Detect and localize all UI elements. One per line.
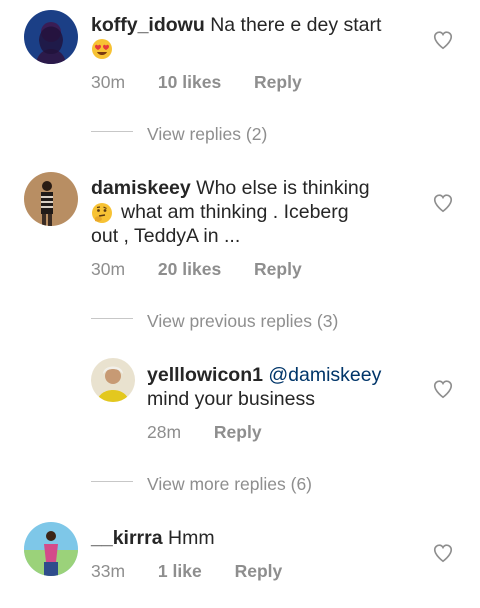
reply-text: yelllowicon1 @damiskeey mind your busine… bbox=[147, 363, 417, 411]
likes-count[interactable]: 10 likes bbox=[158, 72, 221, 92]
comment-body: Na there e dey start bbox=[210, 14, 382, 36]
view-more-replies-link[interactable]: View more replies (6) bbox=[147, 473, 312, 495]
comment-body-line-1: Who else is thinking bbox=[196, 177, 370, 199]
avatar-koffy-idowu[interactable] bbox=[24, 10, 78, 64]
comment-body: Hmm bbox=[168, 527, 215, 549]
like-heart-icon[interactable] bbox=[432, 192, 454, 214]
avatar-damiskeey[interactable] bbox=[24, 172, 78, 226]
reply-time: 28m bbox=[147, 422, 182, 442]
comment-meta: 30m 10 likes Reply bbox=[91, 71, 391, 93]
like-heart-icon[interactable] bbox=[432, 542, 454, 564]
view-replies-link[interactable]: View replies (2) bbox=[147, 123, 267, 145]
comment-body-line-3: out , TeddyA in ... bbox=[91, 225, 241, 247]
reply-button[interactable]: Reply bbox=[235, 561, 283, 581]
reply-button[interactable]: Reply bbox=[254, 72, 302, 92]
comment-username[interactable]: __kirrra bbox=[91, 527, 163, 549]
comment-text: damiskeey Who else is thinking what am t… bbox=[91, 176, 411, 248]
more-replies-divider bbox=[91, 481, 133, 482]
reply-meta: 28m Reply bbox=[147, 421, 407, 443]
reply-button[interactable]: Reply bbox=[214, 422, 262, 442]
comment-time: 30m bbox=[91, 72, 126, 92]
likes-count[interactable]: 20 likes bbox=[158, 259, 221, 279]
replies-divider bbox=[91, 131, 133, 132]
comment-text: koffy_idowu Na there e dey start bbox=[91, 13, 411, 37]
like-heart-icon[interactable] bbox=[432, 378, 454, 400]
thinking-emoji-icon bbox=[91, 202, 113, 224]
reply-button[interactable]: Reply bbox=[254, 259, 302, 279]
reply-username[interactable]: yelllowicon1 bbox=[147, 364, 263, 386]
reply-body: mind your business bbox=[147, 388, 315, 410]
comment-body-line-2: what am thinking . Iceberg bbox=[121, 201, 349, 223]
comment-text: __kirrra Hmm bbox=[91, 526, 411, 550]
comment-meta: 33m 1 like Reply bbox=[91, 560, 391, 582]
reply-mention[interactable]: @damiskeey bbox=[268, 364, 381, 386]
heart-eyes-emoji-icon bbox=[91, 38, 113, 60]
comment-time: 30m bbox=[91, 259, 126, 279]
like-heart-icon[interactable] bbox=[432, 29, 454, 51]
avatar-kirrra[interactable] bbox=[24, 522, 78, 576]
view-previous-replies-link[interactable]: View previous replies (3) bbox=[147, 310, 338, 332]
previous-replies-divider bbox=[91, 318, 133, 319]
comment-time: 33m bbox=[91, 561, 126, 581]
likes-count[interactable]: 1 like bbox=[158, 561, 202, 581]
comment-meta: 30m 20 likes Reply bbox=[91, 258, 391, 280]
comment-username[interactable]: koffy_idowu bbox=[91, 14, 205, 36]
comment-username[interactable]: damiskeey bbox=[91, 177, 191, 199]
avatar-yelllowicon1[interactable] bbox=[91, 358, 135, 402]
